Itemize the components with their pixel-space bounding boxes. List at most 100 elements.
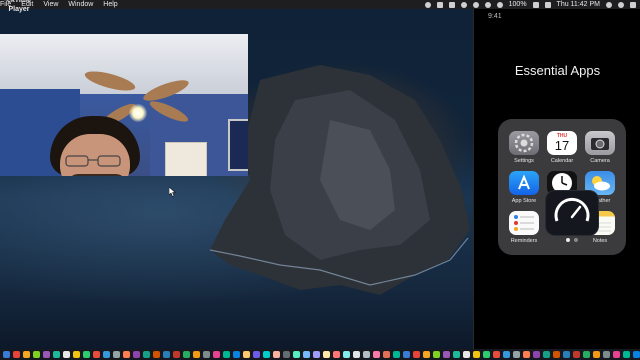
dock-app-icon[interactable]: [383, 351, 390, 358]
dock-app-icon[interactable]: [563, 351, 570, 358]
display-icon[interactable]: [436, 1, 443, 8]
dock-app-icon[interactable]: [193, 351, 200, 358]
dock-app-icon[interactable]: [233, 351, 240, 358]
dock-app-icon[interactable]: [213, 351, 220, 358]
dock-app-icon[interactable]: [393, 351, 400, 358]
dock-app-icon[interactable]: [443, 351, 450, 358]
dock: [0, 349, 640, 360]
dock-app-icon[interactable]: [403, 351, 410, 358]
dock-app-icon[interactable]: [53, 351, 60, 358]
app-calendar[interactable]: THU 17 Calendar: [545, 131, 579, 164]
dock-app-icon[interactable]: [363, 351, 370, 358]
page-dot-active[interactable]: [566, 238, 570, 242]
ceiling-fan-light: [129, 104, 147, 122]
page-indicator[interactable]: [566, 238, 578, 242]
dock-app-icon[interactable]: [583, 351, 590, 358]
airplay-icon[interactable]: [448, 1, 455, 8]
iphone-mirror-window[interactable]: 9:41 Essential Apps Settings THU 17 Cale…: [473, 9, 640, 352]
search-icon[interactable]: [606, 1, 612, 8]
dock-app-icon[interactable]: [263, 351, 270, 358]
dock-app-icon[interactable]: [353, 351, 360, 358]
dock-app-icon[interactable]: [123, 351, 130, 358]
volume-icon[interactable]: [496, 1, 503, 8]
dock-app-icon[interactable]: [183, 351, 190, 358]
dock-app-icon[interactable]: [173, 351, 180, 358]
dock-app-icon[interactable]: [153, 351, 160, 358]
dock-app-icon[interactable]: [143, 351, 150, 358]
menu-bar: ckTime Player File Edit View Window Help…: [0, 0, 640, 13]
dock-app-icon[interactable]: [113, 351, 120, 358]
flag-icon[interactable]: [544, 1, 551, 8]
battery-percent[interactable]: 100%: [509, 0, 527, 9]
dock-app-icon[interactable]: [283, 351, 290, 358]
dock-app-icon[interactable]: [553, 351, 560, 358]
dock-app-icon[interactable]: [3, 351, 10, 358]
clock-icon[interactable]: [460, 1, 467, 8]
dock-app-icon[interactable]: [473, 351, 480, 358]
app-settings[interactable]: Settings: [507, 131, 541, 164]
bluetooth-icon[interactable]: [472, 1, 479, 8]
dock-app-icon[interactable]: [603, 351, 610, 358]
dock-app-icon[interactable]: [293, 351, 300, 358]
dock-app-icon[interactable]: [333, 351, 340, 358]
dock-app-icon[interactable]: [433, 351, 440, 358]
dock-app-icon[interactable]: [593, 351, 600, 358]
dock-app-icon[interactable]: [43, 351, 50, 358]
dock-app-icon[interactable]: [323, 351, 330, 358]
record-icon[interactable]: [424, 1, 431, 8]
dock-app-icon[interactable]: [373, 351, 380, 358]
dock-app-icon[interactable]: [313, 351, 320, 358]
dock-app-icon[interactable]: [543, 351, 550, 358]
app-label: Notes: [592, 238, 608, 244]
speedometer-icon: [554, 198, 590, 222]
dock-app-icon[interactable]: [133, 351, 140, 358]
dock-app-icon[interactable]: [613, 351, 620, 358]
dock-app-icon[interactable]: [523, 351, 530, 358]
page-dot[interactable]: [574, 238, 578, 242]
dock-app-icon[interactable]: [33, 351, 40, 358]
siri-icon[interactable]: [618, 1, 624, 8]
wifi-icon[interactable]: [484, 1, 491, 8]
dock-app-icon[interactable]: [13, 351, 20, 358]
dock-app-icon[interactable]: [623, 351, 630, 358]
dock-app-icon[interactable]: [163, 351, 170, 358]
app-reminders[interactable]: Reminders: [507, 211, 541, 244]
dock-app-icon[interactable]: [73, 351, 80, 358]
dock-app-icon[interactable]: [513, 351, 520, 358]
dock-app-icon[interactable]: [463, 351, 470, 358]
camera-preview-window[interactable]: [0, 34, 248, 176]
dock-app-icon[interactable]: [83, 351, 90, 358]
dock-app-icon[interactable]: [273, 351, 280, 358]
dock-app-icon[interactable]: [573, 351, 580, 358]
app-app-store[interactable]: App Store: [507, 171, 541, 204]
dock-app-icon[interactable]: [23, 351, 30, 358]
dock-app-icon[interactable]: [103, 351, 110, 358]
menu-window[interactable]: Window: [68, 0, 93, 9]
menu-clock[interactable]: Thu 11:42 PM: [557, 0, 600, 9]
dock-app-icon[interactable]: [633, 351, 640, 358]
dock-app-icon[interactable]: [533, 351, 540, 358]
dock-app-icon[interactable]: [253, 351, 260, 358]
dock-app-icon[interactable]: [413, 351, 420, 358]
phone-status-time: 9:41: [488, 13, 502, 20]
folder-title[interactable]: Essential Apps: [474, 63, 640, 78]
dock-app-icon[interactable]: [483, 351, 490, 358]
dock-app-icon[interactable]: [303, 351, 310, 358]
dock-app-icon[interactable]: [63, 351, 70, 358]
dock-app-icon[interactable]: [503, 351, 510, 358]
notification-center-icon[interactable]: [630, 1, 636, 8]
dock-app-icon[interactable]: [93, 351, 100, 358]
app-camera[interactable]: Camera: [583, 131, 617, 164]
dock-app-icon[interactable]: [453, 351, 460, 358]
dock-app-icon[interactable]: [343, 351, 350, 358]
menu-app-name[interactable]: ckTime Player: [0, 0, 36, 14]
menu-view[interactable]: View: [43, 0, 58, 9]
dock-app-icon[interactable]: [423, 351, 430, 358]
app-label: Camera: [590, 158, 610, 164]
dock-app-icon[interactable]: [203, 351, 210, 358]
dock-app-icon[interactable]: [243, 351, 250, 358]
dock-app-icon[interactable]: [493, 351, 500, 358]
menu-help[interactable]: Help: [103, 0, 117, 9]
dock-app-icon[interactable]: [223, 351, 230, 358]
speedtest-icon-dragging[interactable]: [546, 191, 598, 235]
